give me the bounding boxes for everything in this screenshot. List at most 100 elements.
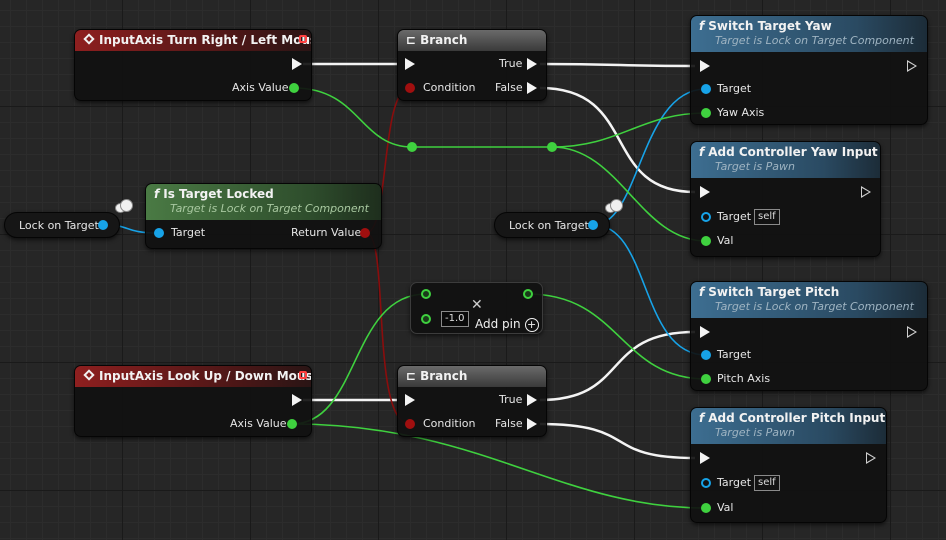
target-label: Target — [717, 476, 752, 489]
multiply-input-a-pin[interactable] — [421, 289, 431, 299]
condition-pin[interactable] — [405, 419, 415, 429]
true-label: True — [499, 393, 523, 406]
node-header: f Add Controller Pitch Input Target is Pa… — [691, 408, 886, 444]
node-is-target-locked[interactable]: f Is Target Locked Target is Lock on Targ… — [145, 183, 382, 249]
val-label: Val — [717, 501, 734, 514]
target-pin[interactable] — [701, 478, 711, 488]
add-pin-button[interactable]: Add pin + — [475, 317, 539, 332]
event-delegate-icon[interactable] — [299, 35, 307, 43]
self-default-box: self — [754, 209, 780, 225]
reroute-knot — [547, 142, 557, 152]
axis-value-label: Axis Value — [232, 81, 289, 94]
function-icon: f — [154, 187, 160, 201]
yaw-axis-pin[interactable] — [701, 108, 711, 118]
val-pin[interactable] — [701, 503, 711, 513]
branch-icon: ⊏ — [406, 369, 417, 383]
variable-label: Lock on Target — [19, 219, 99, 232]
exec-out-pin[interactable] — [292, 394, 302, 406]
exec-in-pin[interactable] — [405, 58, 415, 70]
false-exec-pin[interactable] — [527, 82, 537, 94]
axis-value-pin[interactable] — [287, 419, 297, 429]
function-icon: f — [699, 19, 705, 33]
function-icon: f — [699, 145, 705, 159]
multiply-output-pin[interactable] — [523, 289, 533, 299]
node-header: ⊏ Branch — [398, 366, 546, 387]
true-exec-pin[interactable] — [527, 58, 537, 70]
axis-value-label: Axis Value — [230, 417, 287, 430]
variable-output-pin[interactable] — [588, 220, 598, 230]
node-subtitle: Target is Pawn — [715, 426, 796, 439]
node-title: Branch — [420, 33, 468, 47]
pitch-axis-label: Pitch Axis — [717, 372, 771, 385]
node-header: f Switch Target Pitch Target is Lock on T… — [691, 282, 927, 318]
condition-pin[interactable] — [405, 83, 415, 93]
target-pin[interactable] — [154, 228, 164, 238]
variable-label: Lock on Target — [509, 219, 589, 232]
false-exec-pin[interactable] — [527, 418, 537, 430]
node-header: ⊏ Branch — [398, 30, 546, 51]
node-subtitle: Target is Lock on Target Component — [715, 34, 914, 47]
add-pin-label: Add pin — [475, 317, 521, 331]
exec-in-pin[interactable] — [405, 394, 415, 406]
exec-out-pin[interactable] — [907, 326, 917, 338]
exec-out-pin[interactable] — [861, 186, 871, 198]
self-default-box: self — [754, 475, 780, 491]
true-exec-pin[interactable] — [527, 394, 537, 406]
exec-in-pin[interactable] — [700, 326, 710, 338]
exec-in-pin[interactable] — [700, 452, 710, 464]
float-wire — [551, 112, 707, 148]
node-title: Switch Target Yaw — [708, 19, 832, 33]
target-label: Target — [717, 82, 752, 95]
pitch-axis-pin[interactable] — [701, 374, 711, 384]
node-header: f Is Target Locked Target is Lock on Targ… — [146, 184, 381, 220]
multiply-input-b-pin[interactable] — [421, 314, 431, 324]
node-title: Switch Target Pitch — [708, 285, 840, 299]
node-subtitle: Target is Lock on Target Component — [170, 202, 369, 215]
exec-wire — [539, 422, 696, 460]
exec-in-pin[interactable] — [700, 186, 710, 198]
node-subtitle: Target is Lock on Target Component — [715, 300, 914, 313]
multiply-value-field[interactable]: -1.0 — [441, 311, 469, 327]
multiply-icon: ✕ — [471, 297, 483, 313]
target-pin[interactable] — [701, 212, 711, 222]
target-pin[interactable] — [701, 350, 711, 360]
false-label: False — [495, 417, 523, 430]
condition-label: Condition — [423, 81, 476, 94]
axis-value-pin[interactable] — [289, 83, 299, 93]
condition-label: Condition — [423, 417, 476, 430]
function-icon: f — [699, 285, 705, 299]
exec-wire — [539, 62, 696, 68]
val-label: Val — [717, 234, 734, 247]
exec-out-pin[interactable] — [292, 58, 302, 70]
replicated-cloud-icon — [115, 199, 133, 213]
target-label: Target — [717, 210, 752, 223]
exec-out-pin[interactable] — [907, 60, 917, 72]
target-label: Target — [171, 226, 206, 239]
node-header: f Add Controller Yaw Input Target is Pawn — [691, 142, 880, 178]
function-icon: f — [699, 411, 705, 425]
node-title: Is Target Locked — [163, 187, 274, 201]
exec-wire — [539, 330, 696, 402]
add-icon: + — [524, 318, 539, 332]
event-delegate-icon[interactable] — [299, 371, 307, 379]
variable-output-pin[interactable] — [98, 220, 108, 230]
val-pin[interactable] — [701, 236, 711, 246]
branch-icon: ⊏ — [406, 33, 417, 47]
event-icon — [83, 33, 95, 45]
true-label: True — [499, 57, 523, 70]
node-title: InputAxis Look Up / Down Mouse — [99, 369, 311, 383]
exec-in-pin[interactable] — [700, 60, 710, 72]
node-header: InputAxis Turn Right / Left Mouse — [75, 30, 311, 51]
event-icon — [83, 369, 95, 381]
replicated-cloud-icon — [605, 199, 623, 213]
node-header: f Switch Target Yaw Target is Lock on Tar… — [691, 16, 927, 52]
exec-out-pin[interactable] — [866, 452, 876, 464]
node-title: Add Controller Yaw Input — [708, 145, 878, 159]
target-pin[interactable] — [701, 84, 711, 94]
target-label: Target — [717, 348, 752, 361]
return-value-pin[interactable] — [360, 228, 370, 238]
false-label: False — [495, 81, 523, 94]
node-header: InputAxis Look Up / Down Mouse — [75, 366, 311, 387]
node-title: Branch — [420, 369, 468, 383]
node-title: Add Controller Pitch Input — [708, 411, 886, 425]
